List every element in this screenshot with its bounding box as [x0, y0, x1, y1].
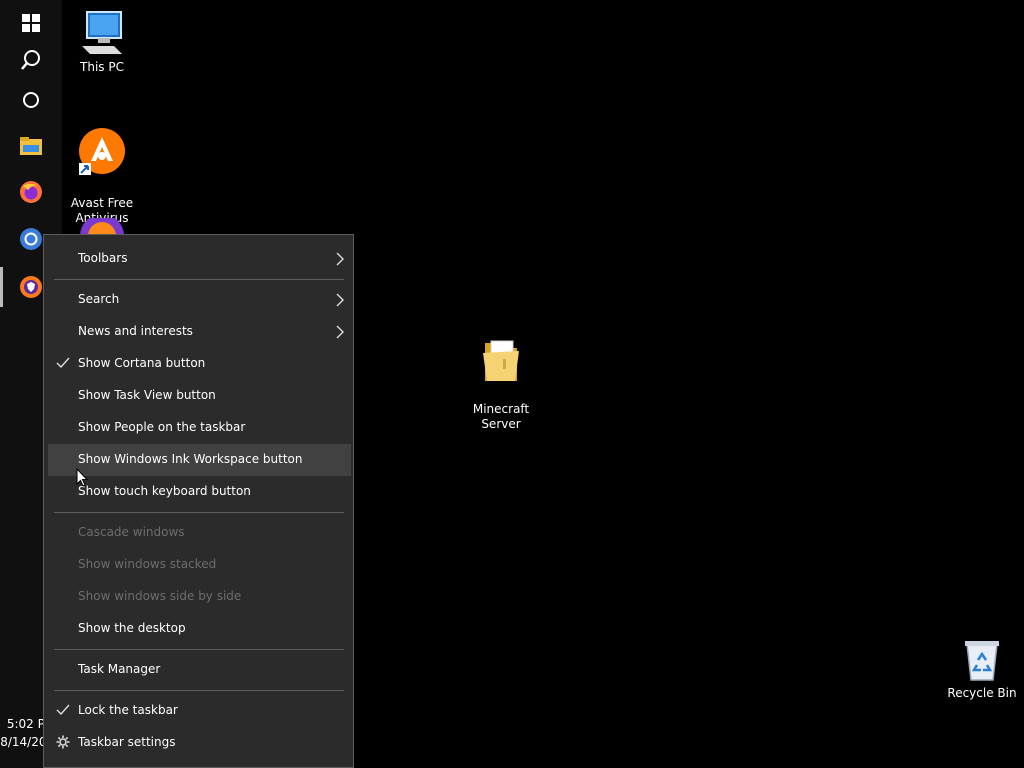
menu-item-show-task-view-button[interactable]: Show Task View button	[48, 380, 351, 412]
menu-item-lock-the-taskbar[interactable]: Lock the taskbar	[48, 695, 351, 727]
checkmark-icon	[56, 357, 70, 369]
chevron-right-icon	[336, 325, 344, 339]
desktop-icon-label: This PC	[80, 60, 124, 74]
firefox-icon[interactable]	[0, 169, 62, 215]
folder-icon	[483, 340, 519, 381]
recycle-bin-icon	[965, 641, 999, 681]
desktop-icon-this-pc[interactable]: This PC	[57, 10, 147, 75]
avast-icon	[79, 128, 125, 175]
gear-icon	[56, 735, 70, 749]
menu-item-show-people[interactable]: Show People on the taskbar	[48, 412, 351, 444]
desktop-icon-minecraft-server[interactable]: Minecraft Server	[456, 324, 546, 432]
menu-item-show-windows-side-by-side: Show windows side by side	[78, 589, 242, 603]
cortana-icon[interactable]	[0, 77, 62, 123]
chevron-right-icon	[336, 252, 344, 266]
menu-item-task-manager[interactable]: Task Manager	[48, 654, 351, 686]
chevron-right-icon	[336, 293, 344, 307]
mouse-cursor-icon	[76, 468, 88, 487]
menu-item-search[interactable]: Search	[48, 284, 351, 316]
menu-separator	[54, 512, 344, 513]
menu-item-toolbars[interactable]: Toolbars	[48, 243, 351, 275]
menu-separator	[54, 279, 344, 280]
menu-item-show-touch-keyboard[interactable]: Show touch keyboard button	[48, 476, 351, 508]
desktop-icon-label: Recycle Bin	[947, 686, 1017, 700]
menu-separator	[54, 649, 344, 650]
desktop-icon-avast[interactable]: Avast Free Antivirus	[57, 112, 147, 226]
menu-item-show-cortana-button[interactable]: Show Cortana button	[48, 348, 351, 380]
menu-item-show-windows-stacked: Show windows stacked	[78, 557, 217, 571]
menu-separator	[54, 690, 344, 691]
taskbar-context-menu: Toolbars Search News and interests Show …	[43, 234, 354, 768]
menu-item-show-the-desktop[interactable]: Show the desktop	[48, 613, 351, 645]
checkmark-icon	[56, 704, 70, 716]
desktop-icon-recycle-bin[interactable]: Recycle Bin	[937, 638, 1024, 701]
menu-item-taskbar-settings[interactable]: Taskbar settings	[48, 727, 351, 759]
menu-item-show-windows-ink-workspace[interactable]: Show Windows Ink Workspace button	[48, 444, 351, 476]
menu-item-news-and-interests[interactable]: News and interests	[48, 316, 351, 348]
menu-item-cascade-windows: Cascade windows	[78, 525, 185, 539]
desktop-icon-label: Minecraft Server	[472, 402, 530, 431]
computer-icon	[82, 11, 122, 54]
file-explorer-icon[interactable]	[0, 123, 62, 169]
